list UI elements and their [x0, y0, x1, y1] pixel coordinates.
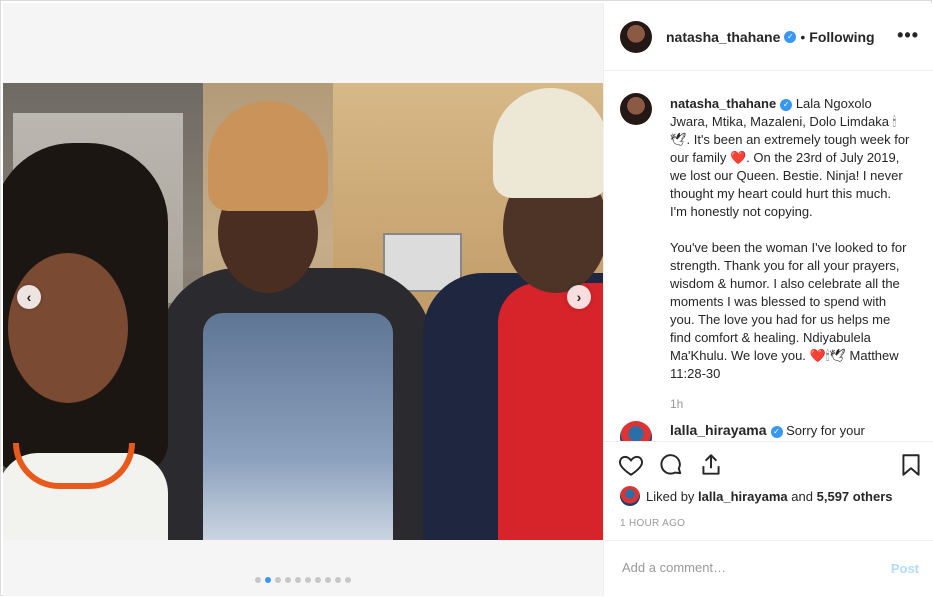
avatar[interactable] — [620, 20, 652, 53]
likes-and: and — [791, 488, 813, 504]
post-header: natasha_thahane ✓ • Following ••• — [604, 3, 933, 71]
verified-badge-icon: ✓ — [784, 30, 797, 43]
post-comment-button[interactable]: Post — [891, 561, 919, 576]
bookmark-icon[interactable] — [898, 452, 924, 478]
carousel-dot — [295, 577, 301, 583]
post-photo — [3, 83, 603, 540]
carousel-dot — [345, 577, 351, 583]
post-timestamp[interactable]: 1 HOUR AGO — [620, 518, 685, 529]
comment-input[interactable] — [620, 559, 874, 576]
carousel-dot — [285, 577, 291, 583]
avatar[interactable] — [620, 421, 652, 441]
likes-prefix: Liked by — [646, 488, 695, 504]
carousel-dot — [315, 577, 321, 583]
following-button[interactable]: Following — [809, 29, 874, 45]
author-username[interactable]: natasha_thahane — [666, 29, 780, 45]
carousel-dot — [275, 577, 281, 583]
add-comment-box: Post — [604, 540, 933, 597]
comment-item: lalla_hirayama ✓ Sorry for your — [620, 421, 920, 441]
caption-time[interactable]: 1h — [670, 397, 683, 411]
like-icon[interactable] — [618, 452, 644, 478]
carousel-dot — [255, 577, 261, 583]
carousel-next-button[interactable]: › — [567, 285, 591, 309]
share-icon[interactable] — [698, 452, 724, 478]
verified-badge-icon: ✓ — [780, 98, 793, 111]
likes-summary: Liked by lalla_hirayama and 5,597 others — [620, 486, 893, 506]
comment-text: Sorry for your — [786, 423, 865, 438]
likes-user[interactable]: lalla_hirayama — [698, 489, 788, 504]
carousel-dot — [335, 577, 341, 583]
carousel-dot-active — [265, 577, 271, 583]
likes-others[interactable]: 5,597 others — [817, 489, 893, 504]
carousel-dot — [325, 577, 331, 583]
more-options-icon[interactable]: ••• — [897, 25, 919, 46]
comment-body: lalla_hirayama ✓ Sorry for your — [670, 421, 865, 440]
action-bar — [604, 441, 933, 482]
comment-username[interactable]: lalla_hirayama — [670, 422, 767, 438]
carousel-dot — [305, 577, 311, 583]
caption-username[interactable]: natasha_thahane — [670, 96, 776, 111]
separator: • — [800, 28, 806, 45]
caption-body: natasha_thahane ✓ Lala Ngoxolo Jwara, Mti… — [670, 95, 910, 383]
avatar[interactable] — [620, 93, 652, 125]
avatar[interactable] — [620, 486, 640, 506]
verified-badge-icon: ✓ — [770, 425, 783, 438]
comments-list[interactable]: natasha_thahane ✓ Lala Ngoxolo Jwara, Mti… — [604, 71, 933, 441]
comment-icon[interactable] — [658, 452, 684, 478]
carousel-prev-button[interactable]: ‹ — [17, 285, 41, 309]
post-sidebar: natasha_thahane ✓ • Following ••• natash… — [603, 3, 933, 596]
caption-text: Lala Ngoxolo Jwara, Mtika, Mazaleni, Dol… — [670, 96, 910, 381]
caption: natasha_thahane ✓ Lala Ngoxolo Jwara, Mti… — [620, 93, 920, 383]
carousel-dots — [255, 577, 351, 583]
media-pane: ‹ › — [3, 3, 603, 596]
